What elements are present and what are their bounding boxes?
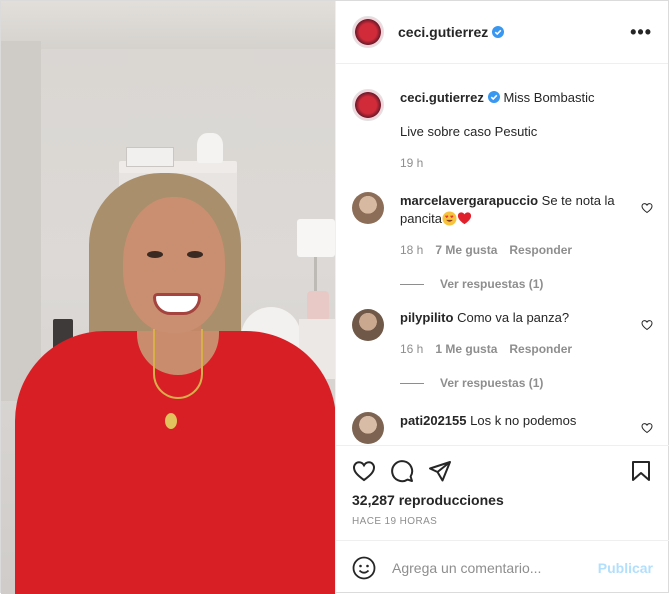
view-count[interactable]: 32,287 reproducciones: [352, 492, 653, 508]
caption-avatar[interactable]: [352, 89, 384, 121]
post-header: ceci.gutierrez •••: [336, 1, 668, 64]
heart-eyes-emoji-icon: [442, 211, 457, 226]
comment-item: pilypilito Como va la panza? 16 h 1 Me g…: [352, 309, 653, 358]
necklace: [153, 329, 203, 399]
caption: ceci.gutierrez Miss Bombastic Live sobre…: [352, 89, 653, 172]
commenter-avatar[interactable]: [352, 412, 384, 444]
caption-time[interactable]: 19 h: [400, 154, 423, 172]
post-actions: 32,287 reproducciones HACE 19 HORAS: [336, 445, 669, 540]
like-heart-icon[interactable]: [352, 459, 376, 483]
comment-text: Como va la panza?: [457, 310, 570, 325]
comment-username[interactable]: pati202155: [400, 413, 467, 428]
like-comment-heart-icon[interactable]: [641, 319, 653, 331]
view-replies-button[interactable]: Ver respuestas (1): [400, 277, 653, 291]
comment-item: marcelavergarapuccio Se te nota la panci…: [352, 192, 653, 259]
comment-username[interactable]: marcelavergarapuccio: [400, 193, 538, 208]
caption-text: Miss Bombastic: [503, 90, 595, 105]
comment-item: pati202155 Los k no podemos: [352, 412, 653, 444]
post-timestamp[interactable]: HACE 19 HORAS: [352, 516, 653, 527]
like-comment-heart-icon[interactable]: [641, 422, 653, 434]
bookmark-save-icon[interactable]: [629, 459, 653, 483]
reply-button[interactable]: Responder: [509, 340, 572, 358]
caption-username[interactable]: ceci.gutierrez: [400, 90, 484, 105]
publish-button[interactable]: Publicar: [598, 560, 653, 576]
reply-button[interactable]: Responder: [509, 241, 572, 259]
post-details: ceci.gutierrez ••• ceci.gutierrez Miss B…: [335, 1, 669, 594]
commenter-avatar[interactable]: [352, 192, 384, 224]
comment-likes[interactable]: 7 Me gusta: [435, 241, 497, 259]
share-send-icon[interactable]: [428, 459, 452, 483]
instagram-post: ceci.gutierrez ••• ceci.gutierrez Miss B…: [0, 0, 669, 594]
more-options-icon[interactable]: •••: [630, 22, 652, 43]
caption-line2: Live sobre caso Pesutic: [400, 124, 538, 139]
comment-text: Los k no podemos: [470, 413, 577, 428]
comment-likes[interactable]: 1 Me gusta: [435, 340, 497, 358]
avatar[interactable]: [352, 16, 384, 48]
view-replies-button[interactable]: Ver respuestas (1): [400, 376, 653, 390]
comment-username[interactable]: pilypilito: [400, 310, 453, 325]
verified-badge-icon: [487, 91, 500, 103]
post-video[interactable]: [1, 1, 335, 594]
header-username[interactable]: ceci.gutierrez: [398, 24, 505, 40]
comment-input[interactable]: [392, 559, 598, 576]
verified-badge-icon: [492, 26, 505, 38]
commenter-avatar[interactable]: [352, 309, 384, 341]
red-heart-emoji-icon: [457, 212, 471, 225]
add-comment-bar: Publicar: [336, 540, 669, 594]
like-comment-heart-icon[interactable]: [641, 202, 653, 214]
comments-list: ceci.gutierrez Miss Bombastic Live sobre…: [336, 65, 669, 445]
emoji-smiley-icon[interactable]: [352, 556, 376, 580]
comment-time[interactable]: 18 h: [400, 241, 423, 259]
comment-bubble-icon[interactable]: [390, 459, 414, 483]
comment-time[interactable]: 16 h: [400, 340, 423, 358]
